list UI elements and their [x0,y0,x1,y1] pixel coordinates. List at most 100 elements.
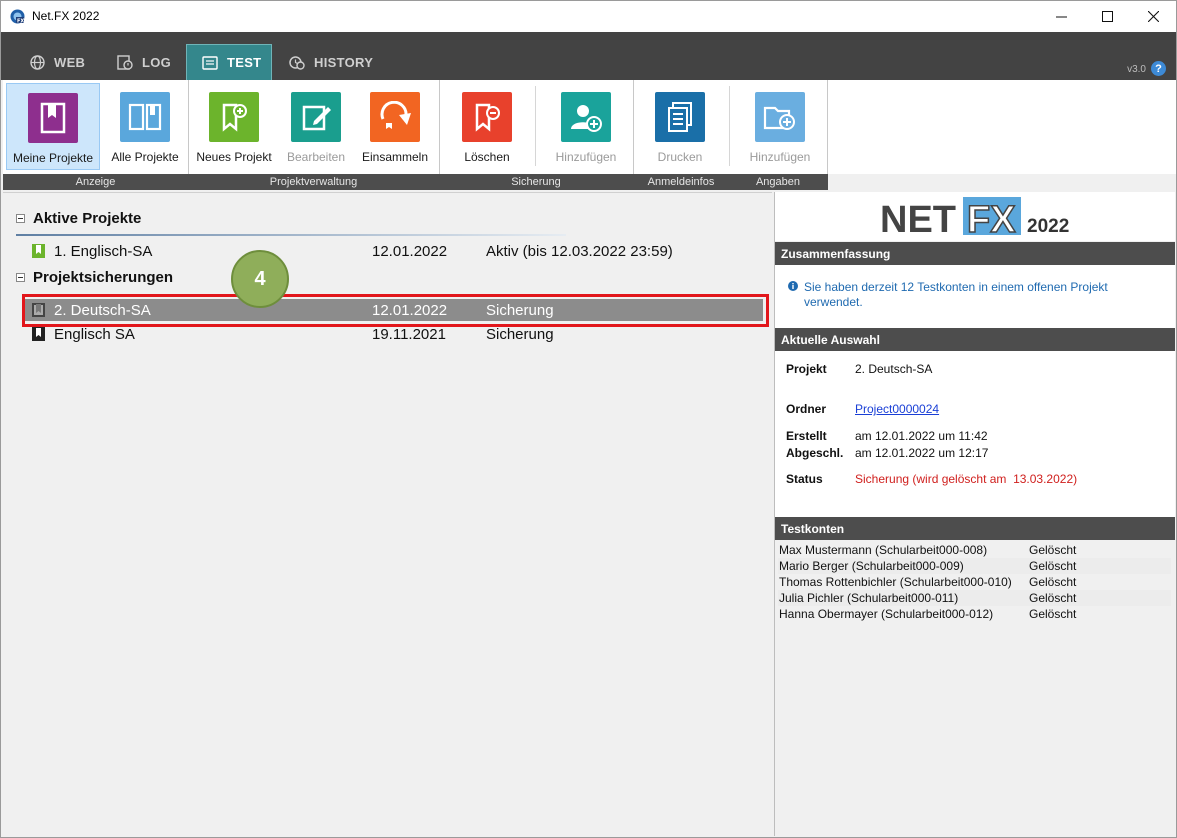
list-item[interactable]: Julia Pichler (Schularbeit000-011) Gelös… [778,590,1171,606]
button-separator [535,86,536,166]
title-bar[interactable]: FX Net.FX 2022 [1,1,1176,32]
add-backup-user-button[interactable]: Hinzufügen [539,83,633,170]
account-state: Gelöscht [1029,591,1077,605]
close-icon [1147,11,1159,22]
delete-label: Löschen [464,150,510,164]
list-item[interactable]: Max Mustermann (Schularbeit000-008) Gelö… [778,542,1171,558]
account-state: Gelöscht [1029,575,1077,589]
selection-body: Projekt 2. Deutsch-SA Ordner Project0000… [775,351,1175,517]
backup-date: 19.11.2021 [372,326,446,343]
annotation-highlight-box [22,294,769,327]
projekt-value: 2. Deutsch-SA [855,362,933,376]
ordner-label: Ordner [786,402,827,416]
collect-button[interactable]: Einsammeln [348,83,442,170]
add-user-icon [561,92,611,142]
list-item[interactable]: Thomas Rottenbichler (Schularbeit000-010… [778,574,1171,590]
add-folder-icon [755,92,805,142]
erstellt-value: am 12.01.2022 um 11:42 [855,429,988,443]
details-panel: NET FX 2022 Zusammenfassung Sie haben de… [774,192,1176,836]
print-button[interactable]: Drucken [633,83,727,170]
backup-name: Englisch SA [54,326,135,343]
backup-bookmark-icon [32,327,45,341]
selection-header: Aktuelle Auswahl [775,328,1175,351]
my-projects-button[interactable]: Meine Projekte [6,83,100,170]
close-button[interactable] [1130,1,1176,32]
account-state: Gelöscht [1029,559,1077,573]
ribbon-toolbar: Meine Projekte Alle Projekte Neues Proje… [3,80,828,190]
tree-row-active-project[interactable]: 1. Englisch-SA 12.01.2022 Aktiv (bis 12.… [25,240,763,262]
account-name: Hanna Obermayer (Schularbeit000-012) [779,607,994,621]
logo-net: NET [880,199,956,241]
maximize-button[interactable] [1084,1,1130,32]
new-project-icon [209,92,259,142]
logo-year: 2022 [1027,216,1069,237]
print-icon [655,92,705,142]
test-icon [202,55,218,70]
maximize-icon [1101,11,1113,22]
window-title: Net.FX 2022 [32,9,100,23]
summary-text-line2: verwendet. [804,295,863,309]
tab-test[interactable]: TEST [186,44,272,80]
tab-log[interactable]: LOG [100,44,186,80]
svg-text:FX: FX [17,18,24,24]
main-tab-strip: WEB LOG TEST HISTORY v3.0 ? [1,32,1176,80]
backups-header[interactable]: Projektsicherungen [16,269,173,286]
account-name: Max Mustermann (Schularbeit000-008) [779,543,988,557]
project-name: 1. Englisch-SA [54,243,153,260]
tab-web[interactable]: WEB [4,44,100,80]
ribbon-group-labels: Anzeige Projektverwaltung Sicherung Anme… [3,174,828,190]
help-icon[interactable]: ? [1151,61,1166,76]
all-projects-button[interactable]: Alle Projekte [98,83,192,170]
status-value: Sicherung (wird gelöscht am 13.03.2022) [855,472,1078,486]
erstellt-label: Erstellt [786,429,827,443]
delete-icon [462,92,512,142]
step-number-badge: 4 [231,250,289,308]
group-label-projektverwaltung: Projektverwaltung [269,176,358,188]
edit-icon [291,92,341,142]
account-state: Gelöscht [1029,543,1077,557]
new-project-button[interactable]: Neues Projekt [187,83,281,170]
app-window: FX Net.FX 2022 WEB LOG TEST HISTORY v3.0… [0,0,1177,838]
project-bookmark-icon [32,244,45,258]
summary-text-line1: Sie haben derzeit 12 Testkonten in einem… [804,280,1108,294]
group-label-anmeldeinfos: Anmeldeinfos [647,176,715,188]
print-label: Drucken [657,150,703,164]
account-state: Gelöscht [1029,607,1077,621]
abgeschl-value: am 12.01.2022 um 12:17 [855,446,989,460]
add-backup-user-label: Hinzufügen [555,150,617,164]
project-tree: Aktive Projekte 1. Englisch-SA 12.01.202… [3,192,772,836]
status-label: Status [786,472,823,486]
tab-web-label: WEB [54,54,86,70]
project-status: Aktiv (bis 12.03.2022 23:59) [486,243,673,260]
delete-button[interactable]: Löschen [440,83,534,170]
collect-icon [370,92,420,142]
my-projects-icon [28,93,78,143]
tab-test-label: TEST [227,55,262,70]
logo-fx: FX [967,199,1016,241]
globe-icon [30,54,45,70]
list-item[interactable]: Hanna Obermayer (Schularbeit000-012) Gel… [778,606,1171,622]
add-info-button[interactable]: Hinzufügen [733,83,827,170]
ribbon-empty-area [828,80,1176,174]
projekt-label: Projekt [786,362,827,376]
summary-header: Zusammenfassung [775,242,1175,265]
version-label: v3.0 [1127,64,1146,75]
list-item[interactable]: Mario Berger (Schularbeit000-009) Gelösc… [778,558,1171,574]
all-projects-label: Alle Projekte [111,150,179,164]
backups-title: Projektsicherungen [33,269,174,286]
tab-history[interactable]: HISTORY [272,44,387,80]
minimize-button[interactable] [1038,1,1084,32]
backup-status: Sicherung [486,326,554,343]
testkonten-header: Testkonten [775,517,1175,540]
netfx-logo-graphic: NET FX 2022 [880,197,1069,242]
ordner-link[interactable]: Project0000024 [855,402,939,416]
abgeschl-label: Abgeschl. [786,446,844,460]
tab-history-label: HISTORY [314,54,374,70]
collapse-icon[interactable] [16,214,25,223]
collapse-icon[interactable] [16,273,25,282]
tab-log-label: LOG [142,54,172,70]
history-icon [289,55,305,70]
app-logo-icon: FX [10,9,25,24]
log-icon [117,54,133,70]
active-projects-header[interactable]: Aktive Projekte [16,210,141,227]
